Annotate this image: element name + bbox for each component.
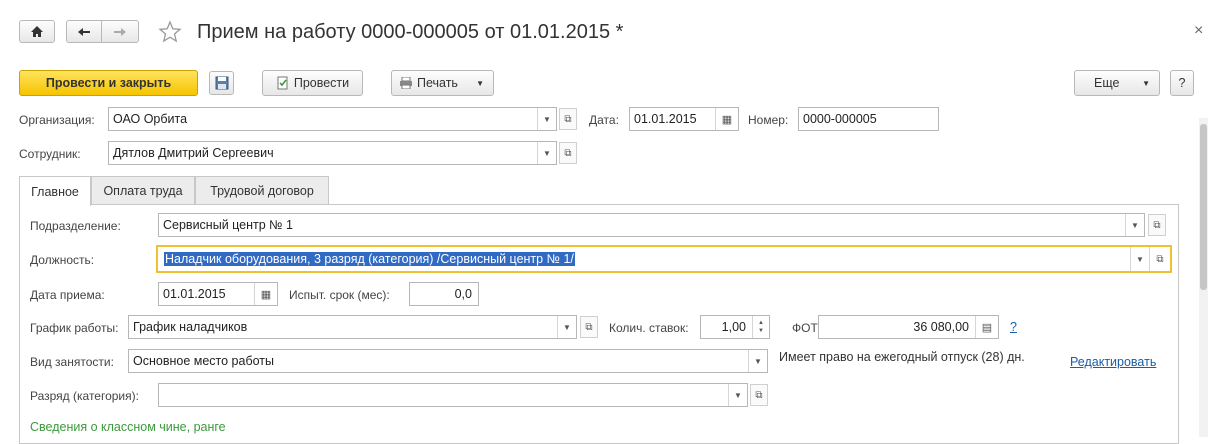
schedule-label: График работы: [30, 321, 119, 335]
calendar-icon[interactable]: ▦ [254, 283, 277, 305]
department-label: Подразделение: [30, 219, 121, 233]
department-field[interactable]: Сервисный центр № 1 ▼ [158, 213, 1145, 237]
employment-field[interactable]: Основное место работы ▼ [128, 349, 768, 373]
grade-field[interactable]: ▼ [158, 383, 748, 407]
employee-value: Дятлов Дмитрий Сергеевич [113, 146, 274, 160]
open-window-icon[interactable]: ⧉ [1149, 247, 1170, 271]
tab-payment[interactable]: Оплата труда [91, 176, 195, 204]
payroll-field[interactable]: 36 080,00 ▤ [818, 315, 999, 339]
chevron-down-icon[interactable]: ▼ [748, 350, 767, 372]
probation-label: Испыт. срок (мес): [289, 288, 390, 302]
date-label: Дата: [589, 113, 619, 127]
payroll-value: 36 080,00 [913, 320, 969, 334]
employee-open-button[interactable]: ⧉ [559, 142, 577, 164]
forward-arrow-icon [114, 27, 126, 36]
tab-main[interactable]: Главное [19, 176, 91, 206]
organization-value: ОАО Орбита [113, 112, 188, 126]
home-button[interactable] [19, 20, 55, 43]
open-window-icon: ⧉ [1153, 219, 1161, 231]
employment-label: Вид занятости: [30, 355, 114, 369]
grade-open-button[interactable]: ⧉ [750, 384, 768, 406]
class-rank-section-link[interactable]: Сведения о классном чине, ранге [30, 420, 226, 434]
chevron-down-icon[interactable]: ▼ [557, 316, 576, 338]
organization-label: Организация: [19, 113, 95, 127]
date-field[interactable]: 01.01.2015 ▦ [629, 107, 739, 131]
chevron-down-icon[interactable]: ▼ [1130, 247, 1149, 271]
chevron-down-icon[interactable]: ▼ [537, 108, 556, 130]
rates-value: 1,00 [721, 320, 746, 334]
grade-label: Разряд (категория): [30, 389, 139, 403]
post-button[interactable]: Провести [262, 70, 363, 96]
back-button[interactable] [66, 20, 102, 43]
hire-date-label: Дата приема: [30, 288, 105, 302]
hire-date-field[interactable]: 01.01.2015 ▦ [158, 282, 278, 306]
open-window-icon: ⧉ [564, 147, 572, 159]
rates-spinner[interactable]: ▲ ▼ [752, 316, 769, 338]
open-window-icon: ⧉ [755, 389, 763, 401]
schedule-field[interactable]: График наладчиков ▼ [128, 315, 577, 339]
position-label: Должность: [30, 253, 95, 267]
chevron-down-icon[interactable]: ▼ [728, 384, 747, 406]
calendar-icon[interactable]: ▦ [715, 108, 738, 130]
position-value: Наладчик оборудования, 3 разряд (категор… [164, 252, 575, 266]
post-button-label: Провести [293, 76, 350, 90]
position-field[interactable]: Наладчик оборудования, 3 разряд (категор… [156, 245, 1172, 273]
payroll-help-link[interactable]: ? [1010, 320, 1017, 334]
chevron-down-icon[interactable]: ▼ [1125, 214, 1144, 236]
back-arrow-icon [78, 27, 90, 36]
department-value: Сервисный центр № 1 [163, 218, 294, 232]
schedule-value: График наладчиков [133, 320, 248, 334]
post-and-close-button[interactable]: Провести и закрыть [19, 70, 198, 96]
organization-open-button[interactable]: ⧉ [559, 108, 577, 130]
probation-value: 0,0 [454, 287, 472, 301]
date-value: 01.01.2015 [634, 112, 697, 126]
chevron-down-icon: ▼ [1142, 78, 1150, 88]
rates-field[interactable]: 1,00 ▲ ▼ [700, 315, 770, 339]
tab-contract[interactable]: Трудовой договор [195, 176, 329, 204]
open-window-icon: ⧉ [585, 321, 593, 333]
floppy-icon [215, 76, 228, 90]
edit-link[interactable]: Редактировать [1070, 355, 1156, 369]
help-button[interactable]: ? [1170, 70, 1194, 96]
more-button-label: Еще [1094, 76, 1120, 90]
print-button-label: Печать [417, 76, 458, 90]
employee-label: Сотрудник: [19, 147, 81, 161]
open-window-icon: ⧉ [564, 113, 572, 125]
printer-icon [400, 77, 412, 89]
more-button[interactable]: Еще ▼ [1074, 70, 1160, 96]
vacation-text: Имеет право на ежегодный отпуск (28) дн. [779, 350, 1025, 364]
probation-field[interactable]: 0,0 [409, 282, 479, 306]
hire-date-value: 01.01.2015 [163, 287, 226, 301]
chevron-down-icon: ▼ [476, 78, 484, 88]
star-icon[interactable] [158, 20, 182, 47]
schedule-open-button[interactable]: ⧉ [580, 316, 598, 338]
department-open-button[interactable]: ⧉ [1148, 214, 1166, 236]
employment-value: Основное место работы [133, 354, 275, 368]
print-button[interactable]: Печать ▼ [391, 70, 494, 96]
employee-field[interactable]: Дятлов Дмитрий Сергеевич ▼ [108, 141, 557, 165]
number-field[interactable]: 0000-000005 [798, 107, 939, 131]
number-value: 0000-000005 [803, 112, 877, 126]
chevron-down-icon[interactable]: ▼ [537, 142, 556, 164]
forward-button[interactable] [101, 20, 139, 43]
number-label: Номер: [748, 113, 789, 127]
close-icon[interactable]: × [1194, 22, 1203, 40]
home-icon [31, 26, 43, 37]
payroll-label: ФОТ: [792, 321, 822, 335]
spin-down-icon[interactable]: ▼ [758, 327, 764, 335]
organization-field[interactable]: ОАО Орбита ▼ [108, 107, 557, 131]
calculator-icon[interactable]: ▤ [975, 316, 998, 338]
position-value-wrap: Наладчик оборудования, 3 разряд (категор… [158, 252, 1130, 266]
post-document-icon [277, 76, 288, 90]
rates-label: Колич. ставок: [609, 321, 689, 335]
scrollbar-thumb[interactable] [1200, 124, 1207, 290]
save-button[interactable] [209, 71, 234, 95]
spin-up-icon[interactable]: ▲ [758, 319, 764, 327]
page-title: Прием на работу 0000-000005 от 01.01.201… [197, 21, 624, 43]
